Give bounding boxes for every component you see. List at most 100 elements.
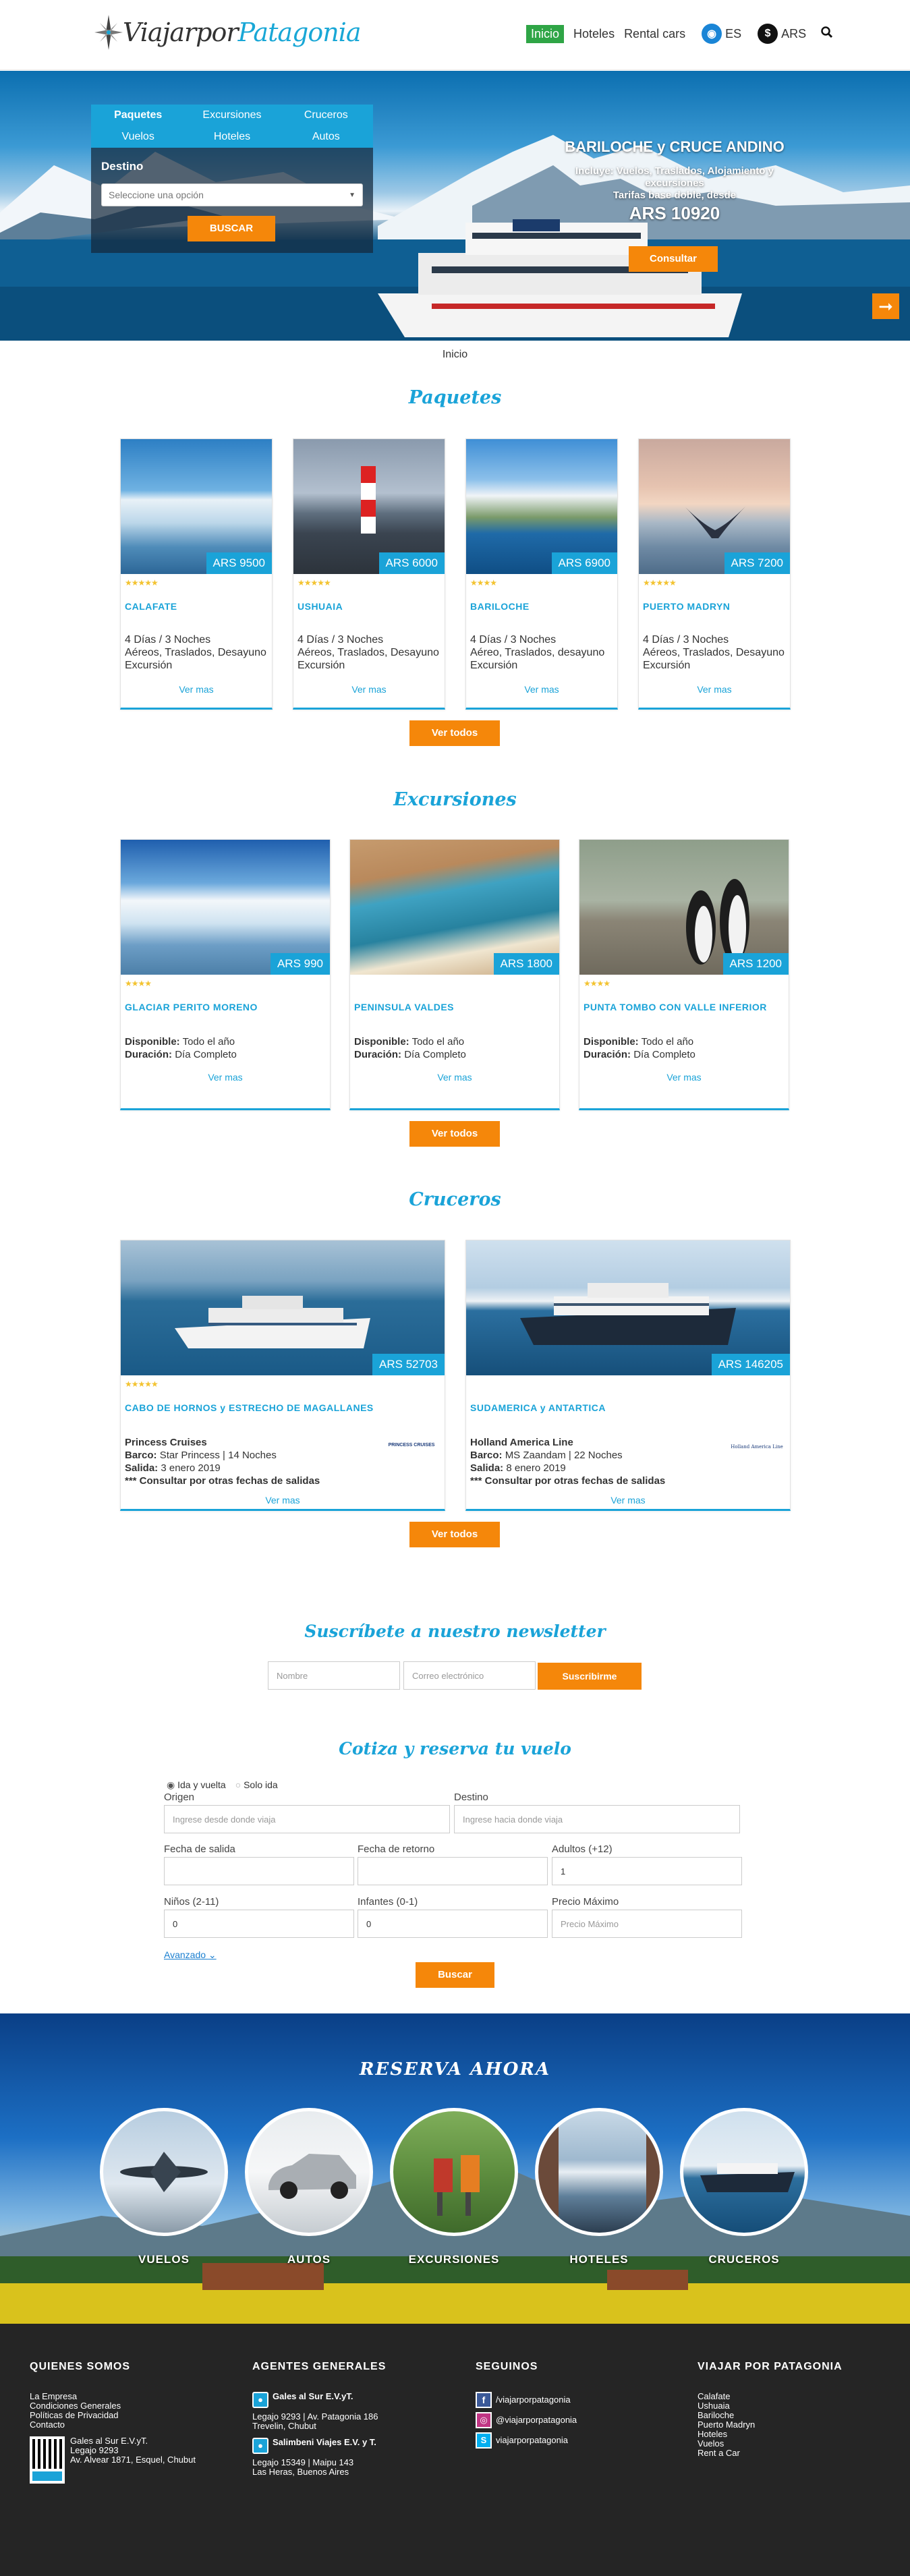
dollar-icon: $	[758, 24, 778, 44]
ver-todos-paquetes-button[interactable]: Ver todos	[409, 720, 500, 746]
footer-link[interactable]: Bariloche	[698, 2411, 843, 2420]
ida-vuelta-radio[interactable]: ◉ Ida y vuelta	[167, 1779, 226, 1791]
infantes-input[interactable]: 0	[358, 1910, 548, 1938]
cruceros-label[interactable]: CRUCEROS	[680, 2253, 808, 2266]
autos-label[interactable]: AUTOS	[245, 2253, 373, 2266]
package-name[interactable]: CALAFATE	[125, 601, 177, 612]
tab-excursiones[interactable]: Excursiones	[185, 105, 279, 126]
origen-input[interactable]: Ingrese desde donde viaja	[164, 1805, 450, 1833]
package-desc-2: Aéreos, Traslados, Desayuno	[125, 647, 266, 658]
tab-autos[interactable]: Autos	[279, 126, 373, 148]
promo-tarifas: Tarifas base doble, desde	[613, 190, 737, 201]
airplane-icon	[120, 2152, 208, 2192]
footer-link[interactable]: La Empresa	[30, 2392, 196, 2401]
package-name[interactable]: USHUAIA	[297, 601, 343, 612]
nav-inicio[interactable]: Inicio	[526, 24, 565, 43]
paquete-card-bariloche[interactable]: ARS 6900 ★★★★ BARILOCHE 4 Días / 3 Noche…	[465, 438, 618, 710]
qr-code-icon[interactable]	[30, 2436, 65, 2484]
footer-link[interactable]: Condiciones Generales	[30, 2401, 196, 2411]
paquete-card-ushuaia[interactable]: ARS 6000 ★★★★★ USHUAIA 4 Días / 3 Noches…	[293, 438, 445, 710]
ninos-input[interactable]: 0	[164, 1910, 354, 1938]
footer-link[interactable]: Calafate	[698, 2392, 843, 2401]
fecha-retorno-input[interactable]	[358, 1857, 548, 1885]
ver-mas-link[interactable]: Ver mas	[121, 1072, 330, 1083]
autos-circle[interactable]	[245, 2108, 373, 2236]
newsletter-name-input[interactable]: Nombre	[268, 1661, 400, 1690]
footer-link[interactable]: Rent a Car	[698, 2449, 843, 2458]
search-icon[interactable]	[821, 26, 833, 42]
instagram-link[interactable]: ◎ @viajarporpatagonia	[476, 2412, 577, 2428]
crucero-name[interactable]: CABO DE HORNOS y ESTRECHO DE MAGALLANES	[125, 1402, 374, 1413]
price-badge: ARS 6000	[378, 552, 445, 574]
buscar-vuelo-button[interactable]: Buscar	[416, 1962, 494, 1988]
price-badge: ARS 7200	[724, 552, 790, 574]
nav-rental-cars[interactable]: Rental cars	[624, 27, 685, 41]
hoteles-label[interactable]: HOTELES	[535, 2253, 663, 2266]
next-slide-arrow-icon[interactable]: ➞	[872, 293, 899, 319]
price-badge: ARS 52703	[372, 1354, 445, 1375]
fecha-salida-input[interactable]	[164, 1857, 354, 1885]
vuelos-circle[interactable]	[100, 2108, 228, 2236]
ver-mas-link[interactable]: Ver mas	[639, 684, 790, 695]
vuelos-label[interactable]: VUELOS	[100, 2253, 228, 2266]
skype-link[interactable]: S viajarporpatagonia	[476, 2432, 577, 2449]
excursiones-label[interactable]: EXCURSIONES	[390, 2253, 518, 2266]
car-icon	[268, 2154, 356, 2199]
suscribirme-button[interactable]: Suscribirme	[538, 1663, 642, 1690]
package-name[interactable]: BARILOCHE	[470, 601, 530, 612]
tab-hoteles[interactable]: Hoteles	[185, 126, 279, 148]
crucero-name[interactable]: SUDAMERICA y ANTARTICA	[470, 1402, 606, 1413]
holland-america-logo: Holland America Line	[731, 1444, 783, 1450]
footer-link[interactable]: Vuelos	[698, 2439, 843, 2449]
paquete-card-calafate[interactable]: ARS 9500 ★★★★★ CALAFATE 4 Días / 3 Noche…	[120, 438, 273, 710]
precio-maximo-input[interactable]: Precio Máximo	[552, 1910, 742, 1938]
crucero-card-antartica[interactable]: ARS 146205 SUDAMERICA y ANTARTICA Hollan…	[465, 1240, 791, 1511]
ver-mas-link[interactable]: Ver mas	[121, 684, 272, 695]
ver-todos-excursiones-button[interactable]: Ver todos	[409, 1121, 500, 1147]
ver-todos-cruceros-button[interactable]: Ver todos	[409, 1522, 500, 1547]
ver-mas-link[interactable]: Ver mas	[466, 1495, 790, 1506]
solo-ida-radio[interactable]: ○ Solo ida	[235, 1779, 278, 1791]
avanzado-link[interactable]: Avanzado ⌄	[164, 1949, 217, 1961]
excursion-card-glaciar[interactable]: ARS 990 ★★★★ GLACIAR PERITO MORENO Dispo…	[120, 839, 331, 1110]
crucero-card-cabo-de-hornos[interactable]: ARS 52703 ★★★★★ CABO DE HORNOS y ESTRECH…	[120, 1240, 445, 1511]
site-logo[interactable]: ViajarporPatagonia	[94, 15, 361, 50]
buscar-button[interactable]: BUSCAR	[188, 216, 275, 241]
footer-link[interactable]: Puerto Madryn	[698, 2420, 843, 2430]
excursion-name[interactable]: GLACIAR PERITO MORENO	[125, 1002, 258, 1012]
ver-mas-link[interactable]: Ver mas	[121, 1495, 445, 1506]
package-name[interactable]: PUERTO MADRYN	[643, 601, 730, 612]
excursion-card-punta-tombo[interactable]: ARS 1200 ★★★★ PUNTA TOMBO CON VALLE INFE…	[579, 839, 789, 1110]
tab-paquetes[interactable]: Paquetes	[91, 105, 185, 126]
tab-vuelos[interactable]: Vuelos	[91, 126, 185, 148]
paquete-card-puerto-madryn[interactable]: ARS 7200 ★★★★★ PUERTO MADRYN 4 Días / 3 …	[638, 438, 791, 710]
excursion-name[interactable]: PUNTA TOMBO CON VALLE INFERIOR	[584, 1002, 767, 1012]
rating-stars: ★★★★★	[297, 578, 331, 588]
facebook-link[interactable]: f /viajarporpatagonia	[476, 2392, 577, 2408]
nav-hoteles[interactable]: Hoteles	[573, 27, 615, 41]
trip-type-radios: ◉ Ida y vuelta ○ Solo ida	[167, 1779, 278, 1791]
newsletter-email-input[interactable]: Correo electrónico	[403, 1661, 536, 1690]
ver-mas-link[interactable]: Ver mas	[579, 1072, 789, 1083]
ver-mas-link[interactable]: Ver mas	[293, 684, 445, 695]
hoteles-circle[interactable]	[535, 2108, 663, 2236]
destino-input[interactable]: Ingrese hacia donde viaja	[454, 1805, 740, 1833]
consultar-button[interactable]: Consultar	[629, 246, 718, 272]
excursion-card-peninsula[interactable]: ARS 1800 PENINSULA VALDES Disponible: To…	[349, 839, 560, 1110]
cruise-salida: Salida: 8 enero 2019	[470, 1462, 566, 1474]
footer-link[interactable]: Hoteles	[698, 2430, 843, 2439]
footer-link[interactable]: Ushuaia	[698, 2401, 843, 2411]
currency-selector[interactable]: $ ARS	[758, 24, 806, 44]
footer-link[interactable]: Contacto	[30, 2420, 196, 2430]
language-selector[interactable]: ◉ ES	[702, 24, 741, 44]
ver-mas-link[interactable]: Ver mas	[466, 684, 617, 695]
adultos-input[interactable]: 1	[552, 1857, 742, 1885]
excursion-name[interactable]: PENINSULA VALDES	[354, 1002, 454, 1012]
tab-cruceros[interactable]: Cruceros	[279, 105, 373, 126]
cruceros-circle[interactable]	[680, 2108, 808, 2236]
excursiones-circle[interactable]	[390, 2108, 518, 2236]
footer-link[interactable]: Políticas de Privacidad	[30, 2411, 196, 2420]
destino-select[interactable]: Seleccione una opción ▼	[101, 183, 363, 206]
breadcrumb[interactable]: Inicio	[0, 349, 910, 361]
ver-mas-link[interactable]: Ver mas	[350, 1072, 559, 1083]
